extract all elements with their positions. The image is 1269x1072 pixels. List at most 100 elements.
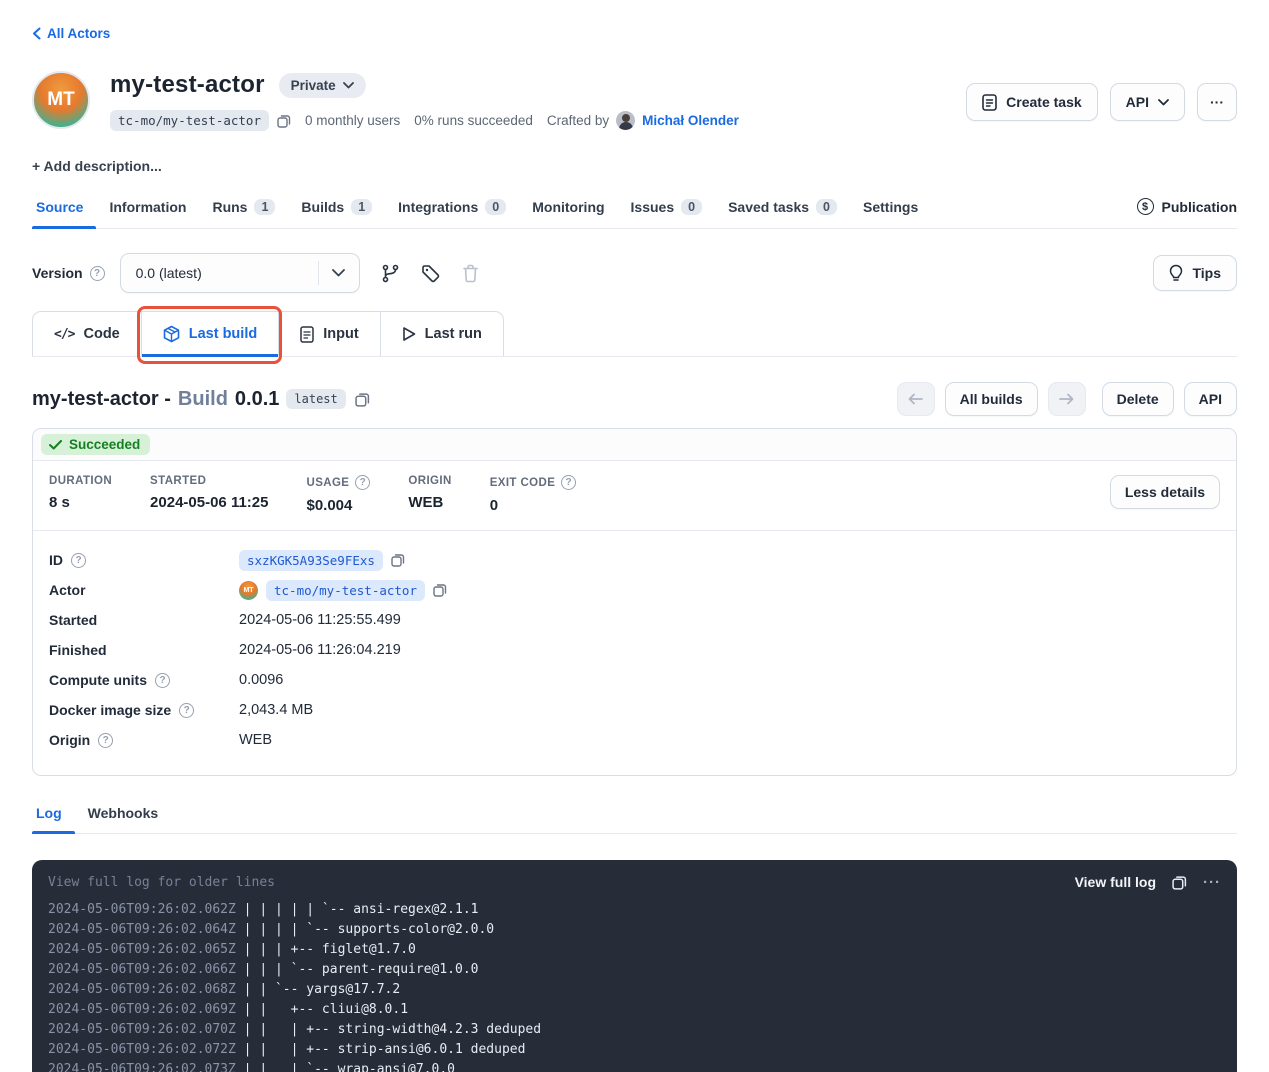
tab-source[interactable]: Source xyxy=(32,189,96,228)
chevron-down-icon xyxy=(1158,99,1169,106)
id-help-icon[interactable]: ? xyxy=(71,553,86,568)
log-line: 2024-05-06T09:26:02.066Z | | | `-- paren… xyxy=(48,960,1221,980)
log-line: 2024-05-06T09:26:02.068Z | | `-- yargs@1… xyxy=(48,980,1221,1000)
tab-monitoring[interactable]: Monitoring xyxy=(519,189,617,228)
lightbulb-icon xyxy=(1169,264,1183,282)
author-avatar xyxy=(616,111,635,130)
next-build-button[interactable] xyxy=(1048,382,1086,416)
arrow-left-icon xyxy=(908,393,923,405)
build-kv-details: ID? sxzKGK5A93Se9FExs Actor MT tc-mo/my-… xyxy=(33,531,1236,775)
copy-slug-icon[interactable] xyxy=(277,114,291,128)
back-to-all-actors-link[interactable]: All Actors xyxy=(32,26,110,41)
tab-information[interactable]: Information xyxy=(96,189,199,228)
actor-header: MT my-test-actor Private tc-mo/my-test-a… xyxy=(32,71,1237,131)
copy-id-icon[interactable] xyxy=(391,553,405,567)
actor-build-page: All Actors MT my-test-actor Private tc-m… xyxy=(0,0,1269,1072)
runs-count-badge: 1 xyxy=(254,199,275,215)
build-title: my-test-actor - Build 0.0.1 latest xyxy=(32,388,370,411)
runs-succeeded-stat: 0% runs succeeded xyxy=(414,113,533,128)
less-details-button[interactable]: Less details xyxy=(1110,475,1220,509)
kv-row-id: ID? sxzKGK5A93Se9FExs xyxy=(49,545,1220,575)
subtab-last-run[interactable]: Last run xyxy=(380,312,503,356)
compute-units-help-icon[interactable]: ? xyxy=(155,673,170,688)
kv-row-docker-image-size: Docker image size? 2,043.4 MB xyxy=(49,695,1220,725)
saved-tasks-count-badge: 0 xyxy=(816,199,837,215)
copy-log-icon[interactable] xyxy=(1172,875,1187,890)
actor-link-pill[interactable]: tc-mo/my-test-actor xyxy=(266,580,425,601)
actor-slug-pill[interactable]: tc-mo/my-test-actor xyxy=(110,110,269,131)
dollar-circle-icon: $ xyxy=(1137,198,1154,215)
tab-issues[interactable]: Issues0 xyxy=(618,189,716,228)
back-link-label: All Actors xyxy=(47,26,110,41)
add-description-button[interactable]: + Add description... xyxy=(32,158,1237,174)
build-header: my-test-actor - Build 0.0.1 latest All b… xyxy=(32,382,1237,416)
log-more-icon[interactable]: ··· xyxy=(1203,874,1221,891)
version-select[interactable]: 0.0 (latest) xyxy=(120,253,360,293)
build-log-panel: View full log for older lines View full … xyxy=(32,860,1237,1072)
view-full-log-older-link[interactable]: View full log for older lines xyxy=(48,875,275,890)
log-webhooks-tabs: Log Webhooks xyxy=(32,797,1237,834)
subtab-input[interactable]: Input xyxy=(278,312,379,356)
publication-link[interactable]: $ Publication xyxy=(1137,198,1237,228)
play-icon xyxy=(402,326,416,342)
monthly-users-stat: 0 monthly users xyxy=(305,113,400,128)
tab-runs[interactable]: Runs1 xyxy=(199,189,288,228)
all-builds-button[interactable]: All builds xyxy=(945,382,1038,416)
stat-duration: DURATION 8 s xyxy=(49,475,112,511)
tag-icon[interactable] xyxy=(421,264,440,283)
chevron-left-icon xyxy=(32,27,41,40)
previous-build-button[interactable] xyxy=(897,382,935,416)
actor-mini-avatar: MT xyxy=(239,581,258,600)
version-help-icon[interactable]: ? xyxy=(90,266,105,281)
log-line: 2024-05-06T09:26:02.065Z | | | +-- figle… xyxy=(48,940,1221,960)
api-dropdown-button[interactable]: API xyxy=(1110,83,1185,121)
create-task-button[interactable]: Create task xyxy=(966,83,1098,121)
api-label: API xyxy=(1126,94,1149,110)
more-actions-button[interactable]: ··· xyxy=(1197,83,1237,121)
tips-button[interactable]: Tips xyxy=(1153,255,1237,291)
subtab-last-build[interactable]: Last build xyxy=(141,312,278,356)
build-api-button[interactable]: API xyxy=(1184,382,1237,416)
actor-avatar: MT xyxy=(32,71,90,129)
kv-row-actor: Actor MT tc-mo/my-test-actor xyxy=(49,575,1220,605)
build-id-pill[interactable]: sxzKGK5A93Se9FExs xyxy=(239,550,383,571)
source-subtabs: </> Code Last build Input Last run xyxy=(32,311,1237,357)
usage-help-icon[interactable]: ? xyxy=(355,475,370,490)
git-branch-icon[interactable] xyxy=(382,264,399,283)
subtab-code[interactable]: </> Code xyxy=(33,312,141,356)
kv-row-origin: Origin? WEB xyxy=(49,725,1220,755)
log-line: 2024-05-06T09:26:02.062Z | | | | | `-- a… xyxy=(48,900,1221,920)
log-line: 2024-05-06T09:26:02.072Z | | | +-- strip… xyxy=(48,1040,1221,1060)
tab-log[interactable]: Log xyxy=(32,797,75,833)
tips-label: Tips xyxy=(1192,265,1221,281)
chevron-down-icon xyxy=(343,82,354,89)
view-full-log-button[interactable]: View full log xyxy=(1075,874,1156,890)
build-title-name: my-test-actor - xyxy=(32,388,171,411)
tab-builds[interactable]: Builds1 xyxy=(288,189,385,228)
origin-help-icon[interactable]: ? xyxy=(98,733,113,748)
docker-size-help-icon[interactable]: ? xyxy=(179,703,194,718)
kv-row-started: Started 2024-05-06 11:25:55.499 xyxy=(49,605,1220,635)
ellipsis-icon: ··· xyxy=(1210,94,1224,110)
stat-usage: USAGE? $0.004 xyxy=(306,475,370,514)
delete-build-button[interactable]: Delete xyxy=(1102,382,1174,416)
page-title: my-test-actor xyxy=(110,71,265,99)
tab-integrations[interactable]: Integrations0 xyxy=(385,189,519,228)
tab-settings[interactable]: Settings xyxy=(850,189,931,228)
chevron-down-icon xyxy=(319,269,359,277)
code-icon: </> xyxy=(54,327,74,342)
kv-row-compute-units: Compute units? 0.0096 xyxy=(49,665,1220,695)
tab-saved-tasks[interactable]: Saved tasks0 xyxy=(715,189,850,228)
exit-code-help-icon[interactable]: ? xyxy=(561,475,576,490)
copy-actor-icon[interactable] xyxy=(433,583,447,597)
build-title-build-word: Build xyxy=(178,388,228,411)
tab-webhooks[interactable]: Webhooks xyxy=(75,797,172,833)
author-link[interactable]: Michał Olender xyxy=(642,113,739,128)
visibility-dropdown[interactable]: Private xyxy=(279,73,366,98)
issues-count-badge: 0 xyxy=(681,199,702,215)
integrations-count-badge: 0 xyxy=(485,199,506,215)
build-stats: DURATION 8 s STARTED 2024-05-06 11:25 US… xyxy=(33,461,1236,530)
copy-build-icon[interactable] xyxy=(355,392,370,407)
version-row: Version ? 0.0 (latest) Tips xyxy=(32,253,1237,293)
log-line: 2024-05-06T09:26:02.064Z | | | | `-- sup… xyxy=(48,920,1221,940)
